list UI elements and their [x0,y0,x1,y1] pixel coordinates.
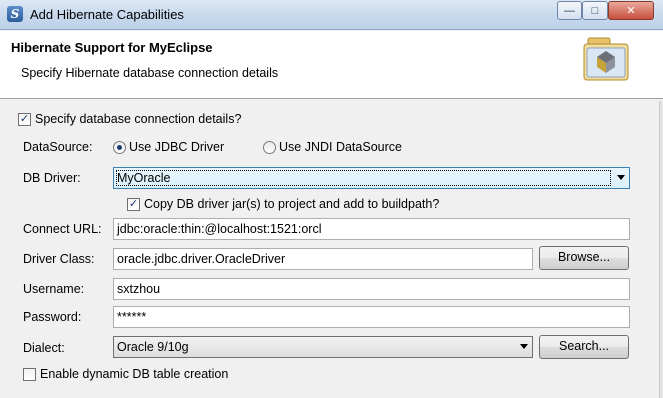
username-label: Username: [23,282,85,296]
chevron-down-icon [520,344,528,349]
wizard-header: Hibernate Support for MyEclipse Specify … [0,31,663,99]
db-driver-select[interactable]: MyOracle [113,167,630,189]
copy-jars-label: Copy DB driver jar(s) to project and add… [144,197,440,211]
hibernate-folder-icon [583,37,629,81]
window-title: Add Hibernate Capabilities [30,7,184,22]
datasource-label: DataSource: [23,140,93,154]
connect-url-label: Connect URL: [23,222,102,236]
use-jdbc-driver-label: Use JDBC Driver [129,140,225,154]
dialect-select[interactable]: Oracle 9/10g [113,336,533,358]
page-subtitle: Specify Hibernate database connection de… [21,66,279,80]
close-button[interactable]: ✕ [608,1,654,20]
password-input[interactable]: ****** [113,306,630,328]
focus-rectangle [116,170,611,186]
browse-button[interactable]: Browse... [539,246,629,270]
dynamic-tables-label: Enable dynamic DB table creation [40,367,229,381]
specify-details-checkbox[interactable]: ✓ [18,113,31,126]
title-bar: S Add Hibernate Capabilities — □ ✕ [0,0,663,30]
search-button[interactable]: Search... [539,335,629,359]
password-label: Password: [23,310,82,324]
use-jndi-datasource-radio[interactable] [263,141,276,154]
specify-details-label: Specify database connection details? [35,112,242,126]
maximize-icon: □ [591,4,599,17]
minimize-icon: — [564,4,575,17]
maximize-button[interactable]: □ [582,1,608,20]
dialect-label: Dialect: [23,341,65,355]
copy-jars-checkbox[interactable]: ✓ [127,198,140,211]
driver-class-input[interactable]: oracle.jdbc.driver.OracleDriver [113,248,533,270]
use-jndi-datasource-label: Use JNDI DataSource [279,140,402,154]
minimize-button[interactable]: — [557,1,582,20]
connect-url-input[interactable]: jdbc:oracle:thin:@localhost:1521:orcl [113,218,630,240]
page-title: Hibernate Support for MyEclipse [11,40,213,55]
close-icon: ✕ [626,5,636,17]
username-input[interactable]: sxtzhou [113,278,630,300]
myeclipse-app-icon: S [7,6,23,22]
chevron-down-icon [617,175,625,180]
db-driver-label: DB Driver: [23,171,81,185]
driver-class-label: Driver Class: [23,252,95,266]
dialect-value: Oracle 9/10g [117,340,189,354]
use-jdbc-driver-radio[interactable] [113,141,126,154]
window-right-edge [659,101,663,398]
dynamic-tables-checkbox[interactable] [23,368,36,381]
